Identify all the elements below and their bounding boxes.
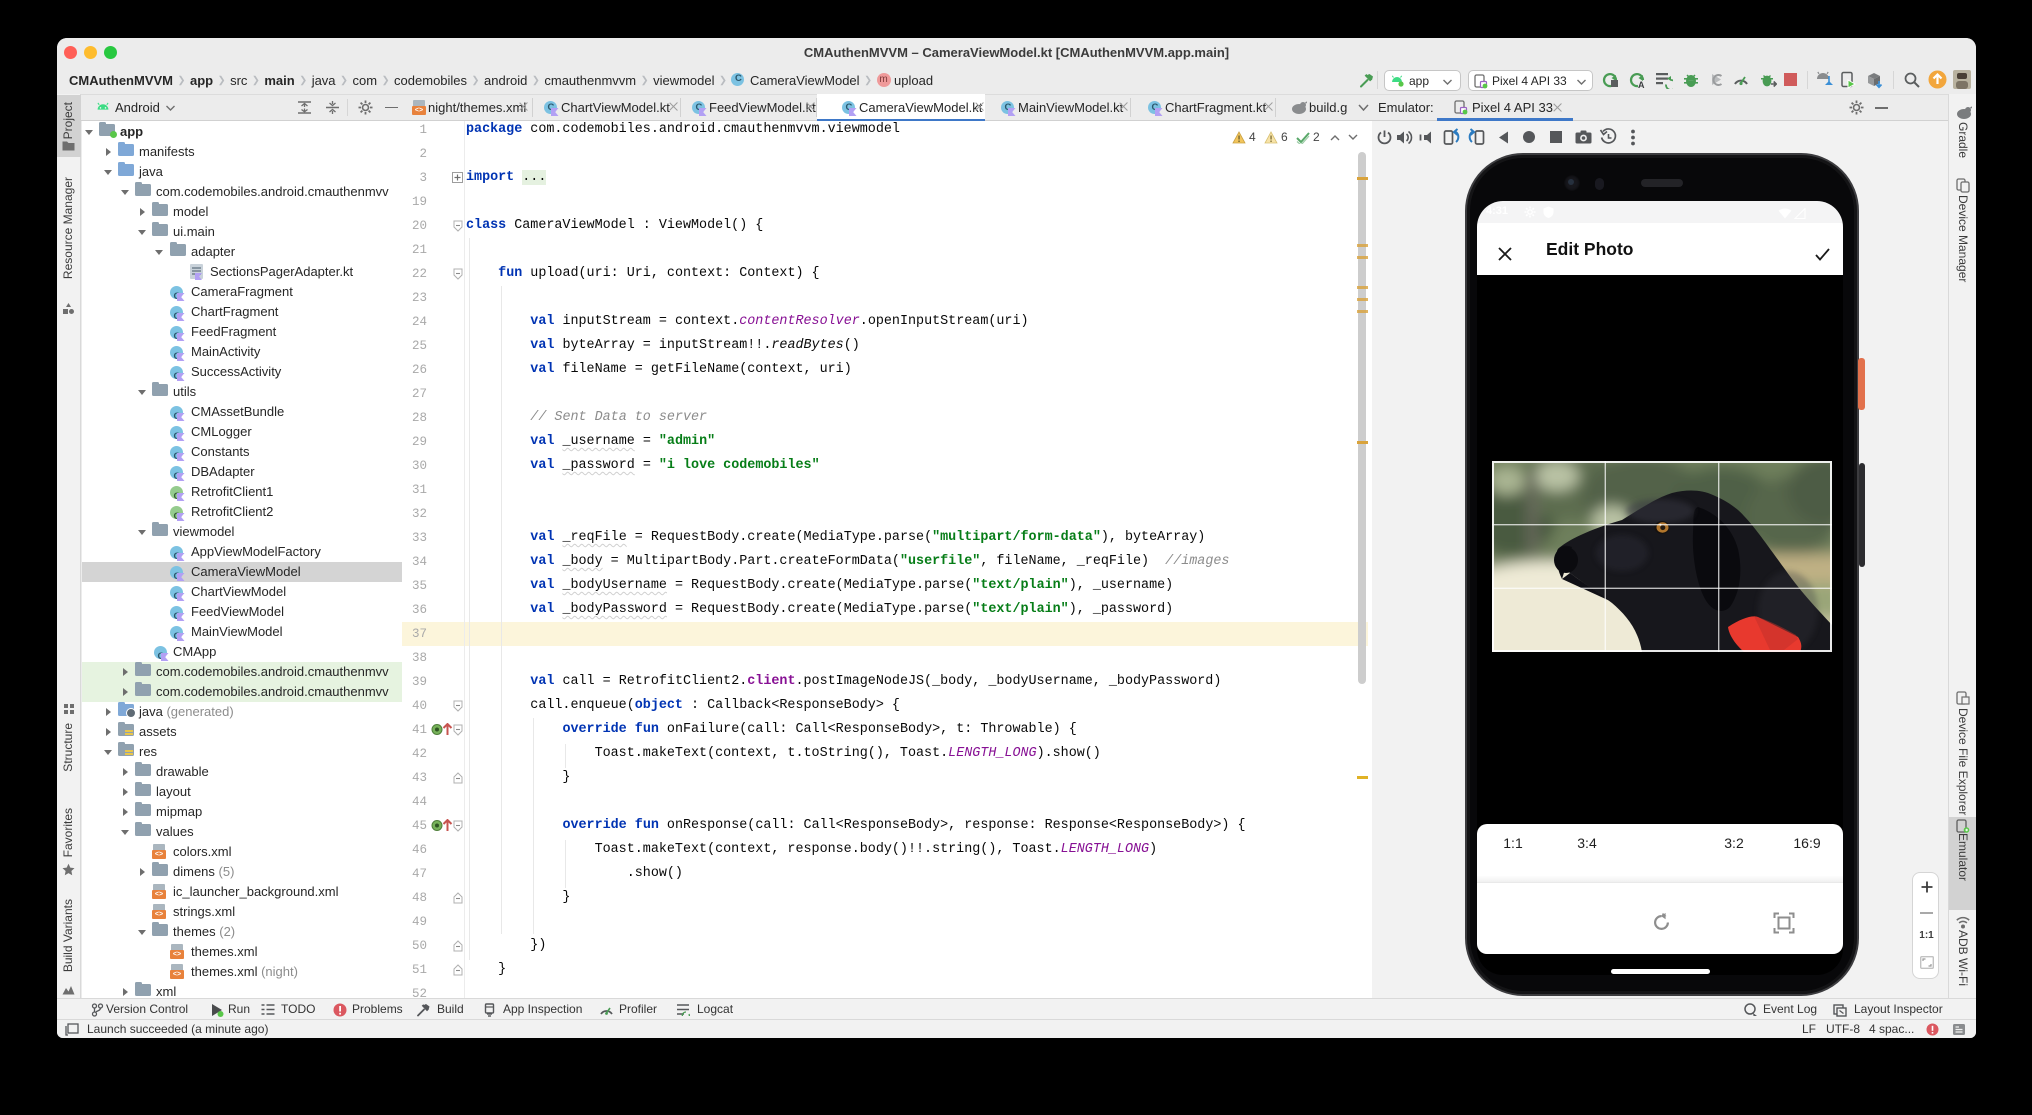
- svg-text:A: A: [1638, 80, 1645, 89]
